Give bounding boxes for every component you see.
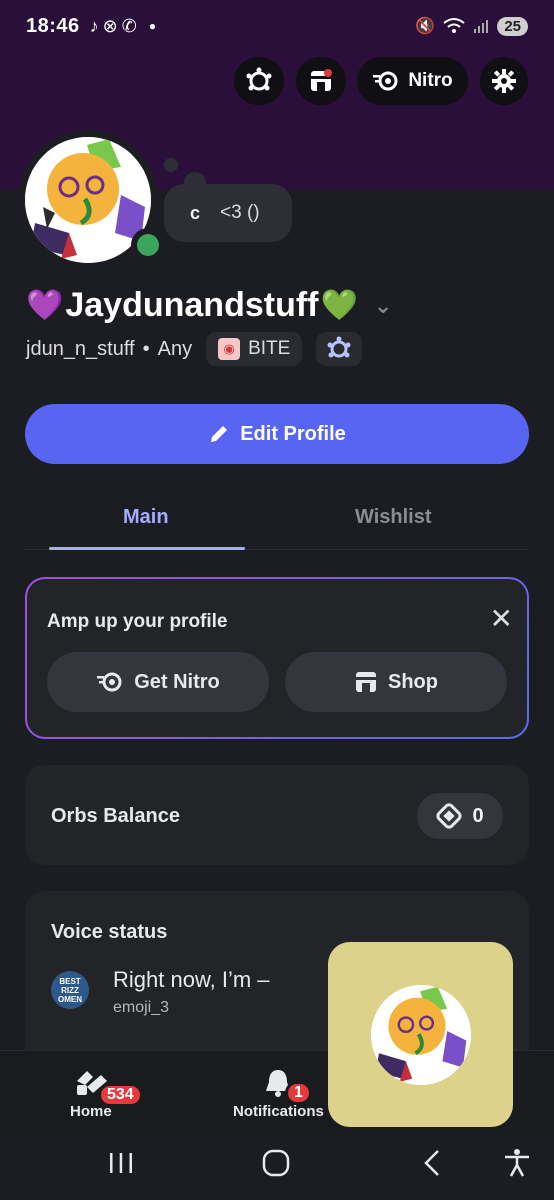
online-status-indicator (131, 228, 165, 262)
recent-apps-icon[interactable] (106, 1148, 136, 1178)
username-row: jdun_n_stuff • Any ◉ BITE (26, 332, 363, 366)
tiktok-icon: ♪ (89, 15, 99, 36)
nitro-label: Nitro (408, 70, 453, 91)
orbs-balance-value: 0 (472, 804, 484, 827)
custom-status-bubble[interactable]: c <3 () (164, 184, 292, 242)
shop-card-button[interactable]: Shop (285, 652, 507, 712)
thought-bubble-dot-small (164, 158, 178, 172)
settings-button[interactable] (480, 57, 528, 105)
edit-profile-label: Edit Profile (240, 422, 346, 445)
guild-tag-label: BITE (248, 338, 291, 359)
shop-label: Shop (388, 670, 438, 693)
laurel-icon (246, 67, 272, 91)
mute-icon: 🔇 (415, 18, 436, 35)
active-tab-indicator (49, 547, 245, 550)
status-app-icons: ♪ ⊗ ✆ ● (90, 16, 156, 37)
nitro-icon (373, 71, 398, 91)
pronouns: Any (157, 337, 193, 360)
orbs-balance-label: Orbs Balance (51, 805, 180, 827)
voice-status-main: Right now, I’m – (113, 967, 270, 992)
back-icon[interactable] (418, 1148, 446, 1178)
you-tab-avatar-tile[interactable] (328, 942, 513, 1127)
home-badge: 534 (98, 1083, 143, 1107)
accessibility-icon[interactable] (502, 1148, 532, 1178)
tab-main[interactable]: Main (123, 506, 169, 529)
amp-profile-card: Amp up your profile ✕ Get Nitro Shop (25, 577, 529, 739)
get-nitro-label: Get Nitro (134, 670, 220, 693)
green-heart-emoji: 💚 (320, 289, 358, 322)
chevron-down-icon[interactable]: ⌄ (374, 293, 392, 319)
dot-icon: ● (148, 19, 157, 33)
orbs-balance-pill[interactable]: 0 (417, 793, 503, 839)
custom-status-prefix: c (190, 202, 201, 223)
system-navigation-bar (0, 1136, 554, 1200)
edit-profile-button[interactable]: Edit Profile (25, 404, 529, 464)
signal-icon (474, 20, 489, 33)
username: jdun_n_stuff (26, 337, 135, 360)
orb-icon (436, 803, 463, 829)
orbs-balance-card[interactable]: Orbs Balance 0 (25, 765, 529, 865)
shop-button[interactable] (296, 57, 346, 105)
nitro-icon (97, 672, 122, 692)
get-nitro-button[interactable]: Get Nitro (47, 652, 269, 712)
custom-status-text: <3 () (220, 202, 260, 223)
display-name-text: Jaydunandstuff (65, 286, 319, 324)
purple-heart-emoji: 💜 (26, 289, 64, 322)
voice-status-sub: emoji_3 (113, 999, 170, 1016)
close-icon[interactable]: ✕ (490, 605, 513, 633)
nitro-button[interactable]: Nitro (357, 57, 468, 105)
whatsapp-icon: ✆ (121, 15, 137, 36)
badges-button[interactable] (234, 57, 284, 105)
voice-status-title: Voice status (51, 921, 168, 943)
profile-badge[interactable] (316, 332, 363, 366)
status-system-icons: 🔇 25 (415, 16, 528, 36)
tab-wishlist[interactable]: Wishlist (355, 506, 432, 529)
guild-tag[interactable]: ◉ BITE (206, 332, 303, 366)
laurel-badge-icon (327, 336, 351, 358)
nav-notifications[interactable]: Notifications 1 (233, 1067, 324, 1120)
voice-status-avatar: BEST RIZZ OMEN (51, 971, 89, 1009)
amp-card-title: Amp up your profile (47, 611, 228, 632)
mini-avatar-image (370, 984, 471, 1085)
battery-indicator: 25 (497, 16, 528, 36)
wifi-icon (443, 18, 465, 33)
nav-notifications-label: Notifications (233, 1103, 324, 1120)
xbox-icon: ⊗ (102, 15, 118, 36)
status-bar: 18:46 ♪ ⊗ ✆ ● 🔇 25 (0, 0, 554, 52)
status-time: 18:46 (26, 14, 80, 37)
pencil-icon (211, 426, 228, 442)
profile-avatar[interactable] (18, 130, 165, 270)
shop-icon (356, 672, 376, 692)
notifications-badge: 1 (285, 1081, 312, 1105)
guild-tag-icon: ◉ (218, 338, 241, 360)
nav-home[interactable]: Home 534 (70, 1067, 143, 1120)
display-name[interactable]: 💜 Jaydunandstuff 💚 ⌄ (26, 286, 392, 325)
shop-icon (311, 69, 332, 91)
profile-tabs: Main Wishlist (25, 486, 529, 550)
home-button-icon[interactable] (260, 1148, 292, 1178)
separator-dot: • (142, 337, 150, 360)
gear-icon (492, 69, 516, 93)
